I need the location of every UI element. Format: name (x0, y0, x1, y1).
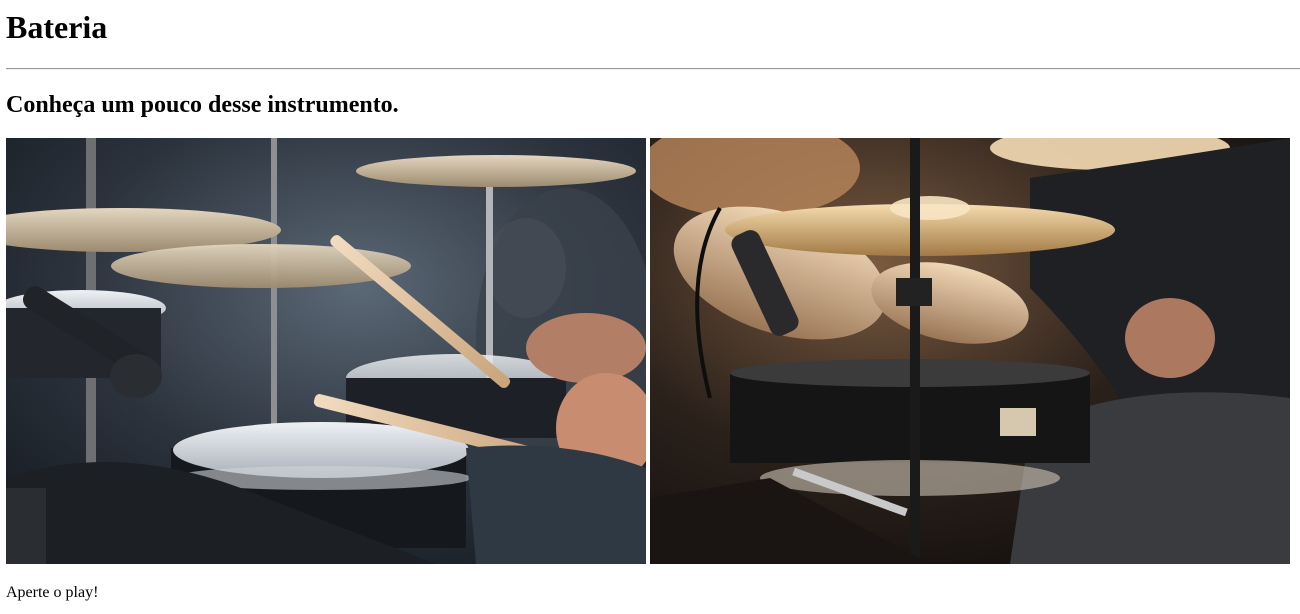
page-title: Bateria (6, 9, 108, 45)
page-subtitle: Conheça um pouco desse instrumento. (6, 92, 399, 118)
page: Bateria Conheça um pouco desse instrumen… (0, 0, 1300, 614)
drum-kit-illustration-right (650, 138, 1290, 564)
divider (6, 68, 1300, 70)
drum-photo-left (6, 138, 646, 564)
drum-photo-right (650, 138, 1290, 564)
play-caption: Aperte o play! (6, 584, 99, 601)
drum-kit-illustration-left (6, 138, 646, 564)
